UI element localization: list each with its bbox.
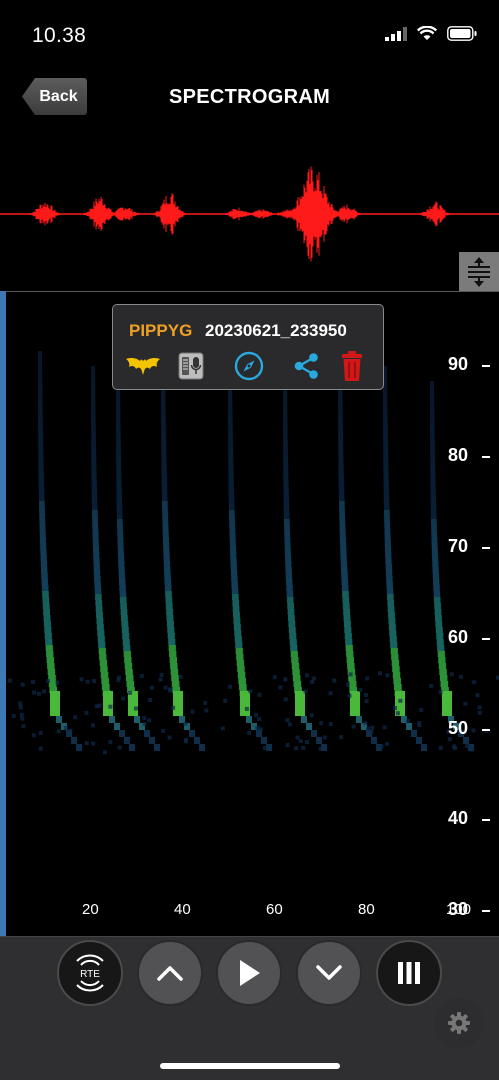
y-axis-tick [482,729,490,731]
x-axis-label: 20 [82,901,99,918]
gear-icon [448,1012,470,1034]
share-icon[interactable] [288,349,324,383]
rte-label: RTE [80,969,100,980]
rte-button[interactable]: RTE [57,940,123,1006]
y-axis-tick [482,547,490,549]
y-axis-label: 90 [448,354,469,374]
y-axis-label: 50 [448,718,469,738]
species-code[interactable]: PIPPYG [129,321,192,341]
x-axis-label: 60 [266,901,283,918]
rte-icon: RTE [76,954,104,992]
play-icon [240,960,260,986]
scroll-up-button[interactable] [137,940,203,1006]
bottom-area [0,1018,499,1080]
y-axis-tick [482,910,490,912]
status-time: 10.38 [32,24,87,47]
nav-bar: Back SPECTROGRAM [0,70,499,126]
y-axis-label: 40 [448,808,469,828]
y-axis-label: 70 [448,536,469,556]
status-icons [385,26,477,41]
battery-icon [447,26,477,41]
playhead-bar[interactable] [0,291,6,936]
y-axis-tick [482,456,490,458]
settings-button[interactable] [434,998,484,1048]
scroll-down-button[interactable] [296,940,362,1006]
waveform-overview[interactable] [0,150,499,280]
x-axis-label: 80 [358,901,375,918]
chevron-down-icon [316,965,342,980]
play-button[interactable] [216,940,282,1006]
recording-name: 20230621_233950 [205,321,347,340]
expand-vertical-icon [468,257,490,287]
x-axis-label: 40 [174,901,191,918]
bat-icon[interactable] [125,349,161,383]
y-axis-label: 60 [448,627,469,647]
cellular-signal-icon [385,26,407,41]
pause-button[interactable] [376,940,442,1006]
trash-icon[interactable] [334,349,370,383]
wifi-icon [417,26,437,40]
compass-icon[interactable] [231,349,267,383]
recorder-icon[interactable] [173,349,209,383]
y-axis-tick [482,638,490,640]
spectrogram-top-border [0,291,499,292]
chevron-up-icon [157,966,183,981]
y-axis-label: 80 [448,445,469,465]
x-axis-label: 100 [446,901,472,918]
page-title: SPECTROGRAM [168,86,331,108]
y-axis-tick [482,819,490,821]
status-bar: 10.38 [0,0,499,70]
pause-bars-icon [398,962,420,984]
expand-collapse-button[interactable] [459,252,499,292]
recording-info-popup: PIPPYG 20230621_233950 [112,304,384,390]
y-axis-tick [482,365,490,367]
home-indicator [160,1063,340,1069]
